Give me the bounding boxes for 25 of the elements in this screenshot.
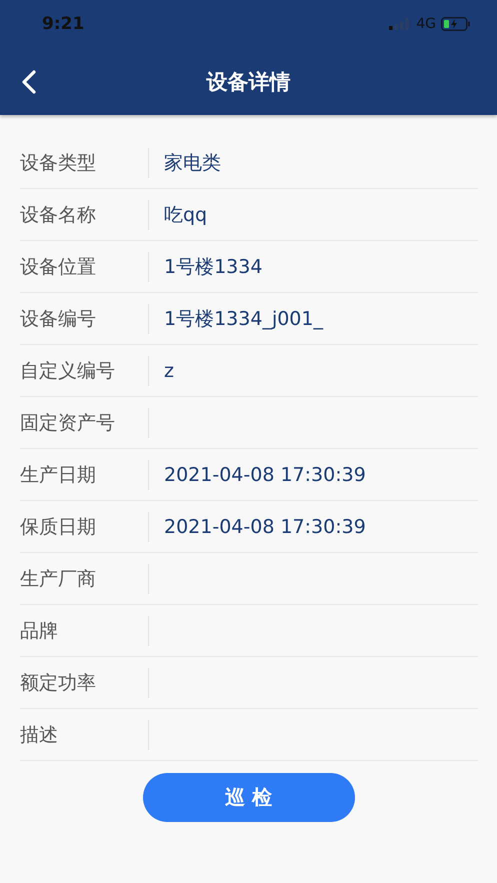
field-label: 保质日期 bbox=[20, 514, 97, 540]
field-label: 设备位置 bbox=[20, 254, 97, 280]
field-label: 额定功率 bbox=[20, 670, 97, 696]
field-label: 设备编号 bbox=[20, 306, 97, 332]
field-label: 设备类型 bbox=[20, 150, 97, 176]
inspect-button[interactable]: 巡 检 bbox=[142, 773, 354, 822]
field-label: 自定义编号 bbox=[20, 358, 116, 384]
field-value: 吃qq bbox=[164, 202, 208, 228]
page-title: 设备详情 bbox=[206, 68, 290, 96]
field-value: z bbox=[164, 360, 174, 382]
field-label: 设备名称 bbox=[20, 202, 97, 228]
field-label: 固定资产号 bbox=[20, 410, 116, 436]
signal-icon bbox=[389, 18, 412, 30]
field-label: 品牌 bbox=[20, 618, 59, 644]
field-label: 生产日期 bbox=[20, 462, 97, 488]
field-value: 2021-04-08 17:30:39 bbox=[164, 516, 366, 538]
field-value: 1号楼1334 bbox=[164, 254, 262, 280]
network-label: 4G bbox=[416, 16, 436, 32]
status-time: 9:21 bbox=[42, 14, 84, 34]
field-label: 描述 bbox=[20, 722, 59, 748]
battery-icon bbox=[441, 17, 471, 31]
field-label: 生产厂商 bbox=[20, 566, 97, 592]
field-value: 2021-04-08 17:30:39 bbox=[164, 464, 366, 486]
field-value: 家电类 bbox=[164, 150, 221, 176]
field-value: 1号楼1334_j001_ bbox=[164, 306, 323, 332]
